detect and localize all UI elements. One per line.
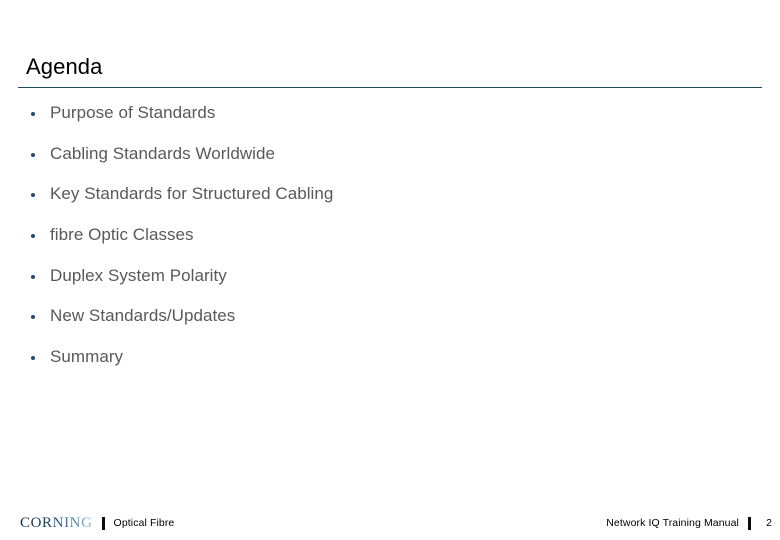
separator-bar-icon bbox=[748, 516, 751, 530]
list-item: Purpose of Standards bbox=[28, 103, 728, 144]
list-item-label: New Standards/Updates bbox=[50, 306, 236, 326]
footer-manual-title: Network IQ Training Manual bbox=[606, 517, 739, 529]
list-item: Cabling Standards Worldwide bbox=[28, 144, 728, 185]
list-item-label: Duplex System Polarity bbox=[50, 265, 227, 285]
page-title: Agenda bbox=[26, 54, 103, 79]
list-item: Key Standards for Structured Cabling bbox=[28, 184, 728, 225]
bullet-icon bbox=[31, 112, 35, 116]
list-item-label: Cabling Standards Worldwide bbox=[50, 143, 275, 163]
list-item: Duplex System Polarity bbox=[28, 266, 728, 307]
bullet-icon bbox=[31, 193, 35, 198]
bullet-icon bbox=[31, 356, 35, 361]
slide-footer: CORNING Optical Fibre Network IQ Trainin… bbox=[0, 512, 780, 540]
page-number: 2 bbox=[766, 517, 772, 529]
title-divider bbox=[18, 87, 762, 88]
bullet-icon bbox=[31, 315, 35, 320]
bullet-icon bbox=[31, 274, 35, 279]
footer-meta-group: Network IQ Training Manual 2 bbox=[606, 516, 772, 530]
list-item: Summary bbox=[28, 347, 728, 388]
list-item-label: fibre Optic Classes bbox=[50, 225, 194, 245]
list-item: New Standards/Updates bbox=[28, 306, 728, 347]
footer-brand-subtitle: Optical Fibre bbox=[113, 517, 175, 529]
separator-bar-icon bbox=[101, 516, 105, 530]
bullet-icon bbox=[31, 234, 35, 239]
list-item: fibre Optic Classes bbox=[28, 225, 728, 266]
footer-brand-group: CORNING Optical Fibre bbox=[20, 514, 174, 532]
corning-logo: CORNING bbox=[20, 515, 93, 531]
slide: Agenda Purpose of Standards Cabling Stan… bbox=[0, 0, 780, 540]
agenda-list: Purpose of Standards Cabling Standards W… bbox=[28, 103, 728, 388]
list-item-label: Summary bbox=[50, 347, 124, 367]
list-item-label: Purpose of Standards bbox=[50, 103, 216, 122]
bullet-icon bbox=[31, 152, 35, 157]
list-item-label: Key Standards for Structured Cabling bbox=[50, 184, 334, 204]
